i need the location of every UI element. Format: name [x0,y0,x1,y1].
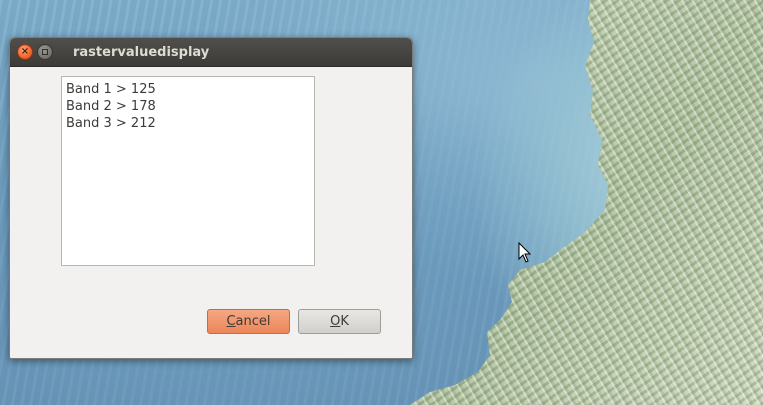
mouse-pointer-icon [518,242,532,263]
cancel-label: ancel [235,314,271,329]
ok-button[interactable]: OK [298,309,381,334]
band-values-list[interactable]: Band 1 > 125 Band 2 > 178 Band 3 > 212 [61,76,315,266]
window-title: rastervaluedisplay [73,44,210,60]
ok-mnemonic: O [330,314,341,329]
raster-value-dialog: × rastervaluedisplay Band 1 > 125 Band 2… [9,37,413,359]
list-item: Band 1 > 125 [66,82,156,97]
close-icon[interactable]: × [17,44,33,60]
minimize-icon[interactable] [37,44,53,60]
cancel-button[interactable]: Cancel [207,309,290,334]
ok-label: K [340,314,349,329]
cancel-mnemonic: C [226,314,236,329]
list-item: Band 3 > 212 [66,116,156,131]
list-item: Band 2 > 178 [66,99,156,114]
title-bar[interactable]: × rastervaluedisplay [10,38,412,67]
